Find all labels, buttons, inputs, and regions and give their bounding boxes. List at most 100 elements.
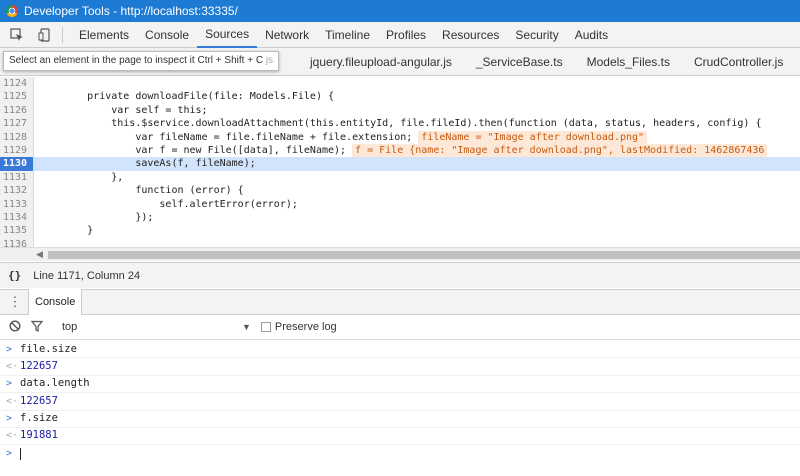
drawer-tabbar: ⋮ Console <box>0 289 800 315</box>
result-arrow-icon: <· <box>6 360 19 372</box>
chrome-icon <box>6 5 18 17</box>
line-code: private downloadFile(file: Models.File) … <box>39 91 335 103</box>
tooltip-shortcut: Ctrl + Shift + C <box>197 55 264 66</box>
horizontal-scrollbar[interactable]: ◀ <box>0 247 800 261</box>
file-tab[interactable]: brow <box>795 55 800 69</box>
device-mode-icon[interactable] <box>34 24 56 46</box>
line-number[interactable]: 1131 <box>0 170 34 185</box>
scrollbar-thumb[interactable] <box>48 251 800 259</box>
console-expression: file.size <box>20 342 77 355</box>
input-prompt-icon: > <box>6 343 13 355</box>
code-line: 1136 <box>0 237 800 247</box>
line-code: } <box>39 225 94 237</box>
console-result-value: 122657 <box>20 359 58 372</box>
tab-network[interactable]: Network <box>257 22 317 48</box>
code-line: 1124 <box>0 77 800 91</box>
input-prompt-icon: > <box>6 448 13 460</box>
console-expression: data.length <box>20 377 90 390</box>
console-result-value: 191881 <box>20 429 58 442</box>
code-line: 1131 }, <box>0 170 800 185</box>
tab-console[interactable]: Console <box>137 22 197 48</box>
line-code: }, <box>39 171 124 183</box>
line-number[interactable]: 1134 <box>0 210 34 225</box>
line-code: var f = new File([data], fileName); <box>39 144 347 156</box>
line-number[interactable]: 1129 <box>0 143 34 158</box>
console-result-entry: <· 122657 <box>0 393 800 411</box>
line-number[interactable]: 1124 <box>0 77 34 91</box>
line-code: }); <box>39 211 154 223</box>
editor-status-bar: {} Line 1171, Column 24 <box>0 262 800 288</box>
file-tab[interactable]: Models_Files.ts <box>575 55 682 69</box>
tab-resources[interactable]: Resources <box>434 22 507 48</box>
toolbar-divider <box>62 26 63 43</box>
window-title: Developer Tools - http://localhost:33335… <box>24 4 238 18</box>
result-arrow-icon: <· <box>6 430 19 442</box>
inspect-element-icon[interactable] <box>6 24 28 46</box>
drawer-tab-console[interactable]: Console <box>28 289 83 315</box>
console-result-entry: <· 191881 <box>0 428 800 446</box>
more-options-icon[interactable]: ⋮ <box>8 294 22 310</box>
line-code: self.alertError(error); <box>39 198 298 210</box>
console-input-entry: > f.size <box>0 411 800 428</box>
tab-timeline[interactable]: Timeline <box>317 22 378 48</box>
tab-profiles[interactable]: Profiles <box>378 22 434 48</box>
preserve-log-checkbox[interactable] <box>260 322 271 332</box>
file-tab[interactable]: _ServiceBase.ts <box>464 55 575 69</box>
tooltip-ghost-text: js <box>265 55 274 66</box>
tab-audits[interactable]: Audits <box>567 22 616 48</box>
console-expression: f.size <box>20 412 58 425</box>
devtools-toolbar: Elements Console Sources Network Timelin… <box>0 22 800 48</box>
execution-context-select[interactable]: top <box>62 321 232 333</box>
tooltip-text: Select an element in the page to inspect… <box>9 55 195 66</box>
code-line: 1134 }); <box>0 210 800 225</box>
line-number[interactable]: 1135 <box>0 224 34 238</box>
line-number[interactable]: 1136 <box>0 237 34 247</box>
inspect-tooltip: Select an element in the page to inspect… <box>3 51 280 71</box>
breakpoint-line-number[interactable]: 1130 <box>0 157 34 171</box>
inline-variable-value: f = File {name: "Image after download.pn… <box>352 143 768 158</box>
line-number[interactable]: 1132 <box>0 184 34 198</box>
line-code: this.$service.downloadAttachment(this.en… <box>39 118 762 130</box>
pretty-print-button[interactable]: {} <box>8 269 21 282</box>
console-toolbar: top ▼ Preserve log <box>0 315 800 340</box>
code-line: 1125 private downloadFile(file: Models.F… <box>0 90 800 104</box>
file-tab[interactable]: jquery.fileupload-angular.js <box>298 55 464 69</box>
tab-sources[interactable]: Sources <box>197 22 258 48</box>
result-arrow-icon: <· <box>6 395 19 407</box>
filter-icon[interactable] <box>30 320 44 335</box>
console-input-entry: > data.length <box>0 376 800 394</box>
code-line: 1129 var f = new File([data], fileName);… <box>0 143 800 158</box>
current-execution-line: 1130 saveAs(f, fileName); <box>0 157 800 171</box>
line-code: saveAs(f, fileName); <box>39 158 256 170</box>
preserve-log-label[interactable]: Preserve log <box>275 321 337 333</box>
window-titlebar: Developer Tools - http://localhost:33335… <box>0 0 800 22</box>
text-cursor <box>20 448 21 461</box>
console-result-value: 122657 <box>20 394 58 407</box>
line-number[interactable]: 1133 <box>0 197 34 211</box>
line-number[interactable]: 1126 <box>0 103 34 118</box>
console-result-entry: <· 122657 <box>0 358 800 376</box>
console-prompt-line[interactable]: > <box>0 445 800 462</box>
code-line: 1127 this.$service.downloadAttachment(th… <box>0 117 800 131</box>
line-number[interactable]: 1125 <box>0 90 34 104</box>
chevron-down-icon[interactable]: ▼ <box>242 322 251 332</box>
file-tab[interactable]: CrudController.js <box>682 55 795 69</box>
code-line: 1126 var self = this; <box>0 103 800 118</box>
code-line: 1133 self.alertError(error); <box>0 197 800 211</box>
line-number[interactable]: 1128 <box>0 130 34 144</box>
inline-variable-value: fileName = "Image after download.png" <box>418 130 648 144</box>
input-prompt-icon: > <box>6 413 13 425</box>
tab-elements[interactable]: Elements <box>71 22 137 48</box>
clear-console-icon[interactable] <box>8 319 22 335</box>
line-code: var fileName = file.fileName + file.exte… <box>39 131 413 143</box>
code-editor[interactable]: 1124 1125 private downloadFile(file: Mod… <box>0 77 800 247</box>
scroll-left-arrow-icon[interactable]: ◀ <box>36 249 43 260</box>
console-output: > file.size <· 122657 > data.length <· 1… <box>0 341 800 476</box>
code-line: 1135 } <box>0 224 800 238</box>
tab-security[interactable]: Security <box>507 22 566 48</box>
line-number[interactable]: 1127 <box>0 117 34 131</box>
code-line: 1132 function (error) { <box>0 184 800 198</box>
code-line: 1128 var fileName = file.fileName + file… <box>0 130 800 144</box>
